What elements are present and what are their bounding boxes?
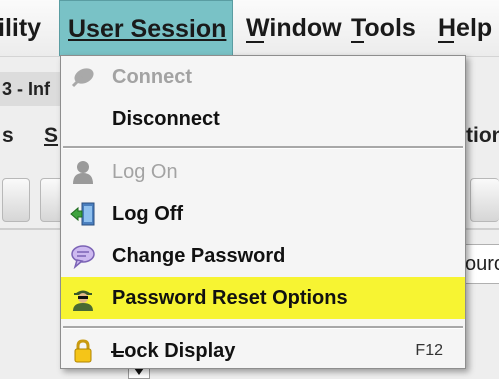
menu-tools-label: Tools (351, 14, 416, 42)
agent-icon (70, 285, 96, 311)
background-menu-fragment-right: tion (466, 124, 499, 147)
user-silhouette-icon (70, 159, 96, 185)
menu-window[interactable]: Window (246, 0, 342, 56)
menu-item-log-off[interactable]: Log Off (61, 193, 465, 235)
menu-item-disconnect[interactable]: Disconnect (61, 98, 465, 140)
menu-user-session-label: User Session (68, 15, 227, 43)
window-mnemonic (246, 41, 264, 43)
menu-item-label: Connect (112, 66, 192, 88)
background-window-title: 3 - Inf (0, 72, 62, 106)
menu-separator (63, 146, 463, 149)
exit-door-icon (70, 201, 96, 227)
menu-item-connect[interactable]: Connect (61, 56, 465, 98)
background-panel-header: ourc (464, 244, 499, 284)
lock-display-mnemonic (111, 351, 124, 353)
lock-display-label: Lock Display (112, 340, 236, 362)
menu-item-label: Password Reset Options (112, 287, 348, 309)
menu-help[interactable]: Help (438, 0, 492, 56)
menu-bar: ility User Session Window Tools Help (0, 0, 499, 57)
menu-utility[interactable]: ility (0, 0, 41, 56)
speech-bubble-icon (70, 243, 96, 270)
help-mnemonic (438, 41, 454, 43)
menu-help-label: Help (438, 14, 493, 42)
padlock-icon (70, 338, 96, 364)
menu-tools[interactable]: Tools (351, 0, 416, 56)
background-menu-fragment: s (2, 124, 14, 147)
menu-separator (63, 326, 463, 329)
menu-item-label: Lock Display (112, 330, 235, 372)
background-toolbar-button[interactable] (470, 178, 499, 222)
background-toolbar-button[interactable] (2, 178, 30, 222)
shortcut-label: F12 (415, 342, 443, 359)
menu-item-label: Disconnect (112, 108, 220, 130)
leaf-icon (70, 64, 96, 90)
tools-mnemonic (351, 41, 364, 43)
menu-item-label: Change Password (112, 245, 286, 267)
menu-item-log-on[interactable]: Log On (61, 151, 465, 193)
user-session-menu: Connect Disconnect Log On Log Off Change… (60, 55, 466, 369)
menu-user-session[interactable]: User Session (59, 0, 233, 56)
background-menu-fragment-2: S (44, 124, 59, 147)
menu-item-change-password[interactable]: Change Password (61, 235, 465, 277)
menu-item-password-reset-options[interactable]: Password Reset Options (61, 277, 465, 319)
menu-item-label: Log On (112, 161, 178, 183)
menu-window-label: Window (246, 14, 342, 42)
menu-item-label: Log Off (112, 203, 184, 225)
